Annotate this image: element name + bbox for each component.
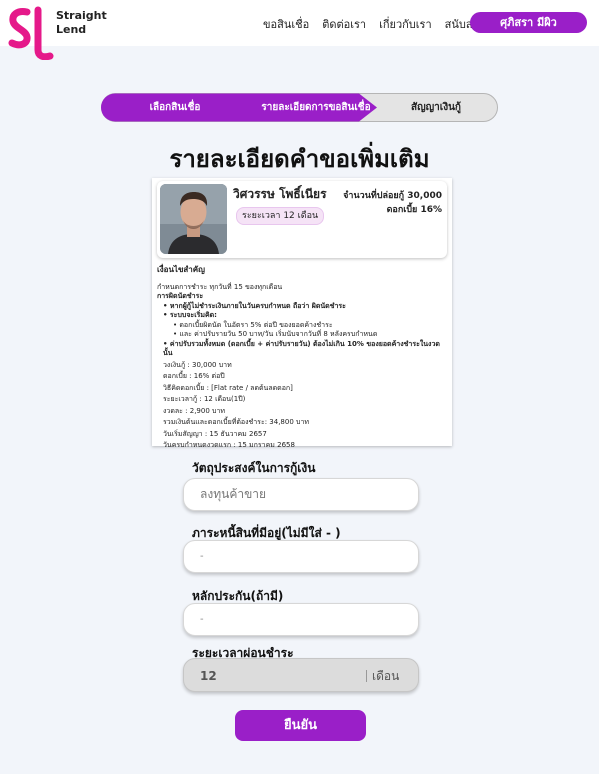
collateral-field[interactable]: - [183,603,419,636]
page-title: รายละเอียดคำขอเพิ่มเติม [169,145,430,173]
duration-divider [366,670,367,682]
key-terms: เงื่อนไขสำคัญ กำหนดการชำระ ทุกวันที่ 15 … [157,265,447,451]
user-account-button[interactable]: ศุภิสรา มีผิว [470,12,587,33]
step-select-loan[interactable]: เลือกสินเชื่อ [115,93,235,122]
nav-contact[interactable]: ติดต่อเรา [322,15,366,33]
nav-about[interactable]: เกี่ยวกับเรา [379,15,432,33]
borrower-name: วิศวรรษ โพธิ์เนียร [233,187,327,201]
summary-first-due: วันครบกำหนดงวดแรก : 15 มกราคม 2658 [163,441,295,449]
straightlend-logo[interactable] [8,6,54,60]
summary-total: รวมเงินต้นและดอกเบี้ยที่ต้องชำระ: 34,800… [163,418,309,426]
loan-summary-document: วิศวรรษ โพธิ์เนียร ระยะเวลา 12 เดือน จำน… [152,178,452,449]
nav-loan-request[interactable]: ขอสินเชื่อ [263,15,309,33]
step-loan-contract[interactable]: สัญญาเงินกู้ [381,93,491,122]
default-title: การผิดนัดชำระ [157,292,204,300]
summary-duration: ระยะเวลากู้ : 12 เดือน(1ปี) [163,395,246,403]
summary-interest: ดอกเบี้ย : 16% ต่อปี [163,372,225,380]
summary-start-date: วันเริ่มสัญญา : 15 ธันวาคม 2657 [163,429,267,438]
progress-stepper: เลือกสินเชื่อ รายละเอียดการขอสินเชื่อ สั… [101,93,498,122]
term-badge: ระยะเวลา 12 เดือน [236,207,325,225]
person-photo [160,184,227,254]
penalty-cap-text: ค่าปรับรวมทั้งหมด (ดอกเบี้ย + ค่าปรับราย… [163,339,440,358]
penalty-item-1-text: ดอกเบี้ยผิดนัด ในอัตรา 5% ต่อปี ของยอดค้… [179,320,333,329]
duration-unit: เดือน [372,669,400,683]
summary-method: วิธีคิดดอกเบี้ย : [Flat rate / ลดต้นลดดอ… [163,383,293,392]
penalty-item-1: • ดอกเบี้ยผิดนัด ในอัตรา 5% ต่อปี ของยอด… [173,320,333,329]
brand-line-1: Straight [56,9,107,22]
step-request-details[interactable]: รายละเอียดการขอสินเชื่อ [231,93,401,122]
summary-principal: วงเงินกู้ : 30,000 บาท [163,360,232,369]
default-bullet-text: หากผู้กู้ไม่ชำระเงินภายในวันครบกำหนด ถือ… [169,301,346,310]
purpose-field[interactable]: ลงทุนค้าขาย [183,478,419,511]
payment-schedule: กำหนดการชำระ ทุกวันที่ 15 ของทุกเดือน [157,282,283,291]
penalty-title-text: ระบบจะเริ่มคิด: [169,311,217,319]
borrower-card: วิศวรรษ โพธิ์เนียร ระยะเวลา 12 เดือน จำน… [157,181,447,258]
debt-field[interactable]: - [183,540,419,573]
brand-line-2: Lend [56,23,87,36]
confirm-button[interactable]: ยืนยัน [235,710,366,741]
brand-name: Straight Lend [56,9,107,37]
top-header: Straight Lend ขอสินเชื่อ ติดต่อเรา เกี่ย… [0,0,599,60]
avatar [160,184,227,254]
purpose-label: วัตถุประสงค์ในการกู้เงิน [192,461,316,475]
penalty-title: • ระบบจะเริ่มคิด: [163,311,217,319]
penalty-item-2: • และ ค่าปรับรายวัน 50 บาท/วัน เริ่มนับจ… [173,330,378,338]
default-bullet: • หากผู้กู้ไม่ชำระเงินภายในวันครบกำหนด ถ… [163,301,346,310]
duration-field[interactable]: 12 เดือน [183,658,419,692]
summary-installment: งวดละ : 2,900 บาท [163,406,226,415]
penalty-cap: • ค่าปรับรวมทั้งหมด (ดอกเบี้ย + ค่าปรับร… [163,339,440,358]
terms-heading: เงื่อนไขสำคัญ [157,265,205,274]
interest-rate: ดอกเบี้ย 16% [386,205,442,215]
duration-value: 12 [200,669,217,683]
main-nav: ขอสินเชื่อ ติดต่อเรา เกี่ยวกับเรา สนับสน… [263,15,501,33]
penalty-item-2-text: และ ค่าปรับรายวัน 50 บาท/วัน เริ่มนับจาก… [179,330,378,338]
loan-amount: จำนวนที่ปล่อยกู้ 30,000 [343,191,442,201]
